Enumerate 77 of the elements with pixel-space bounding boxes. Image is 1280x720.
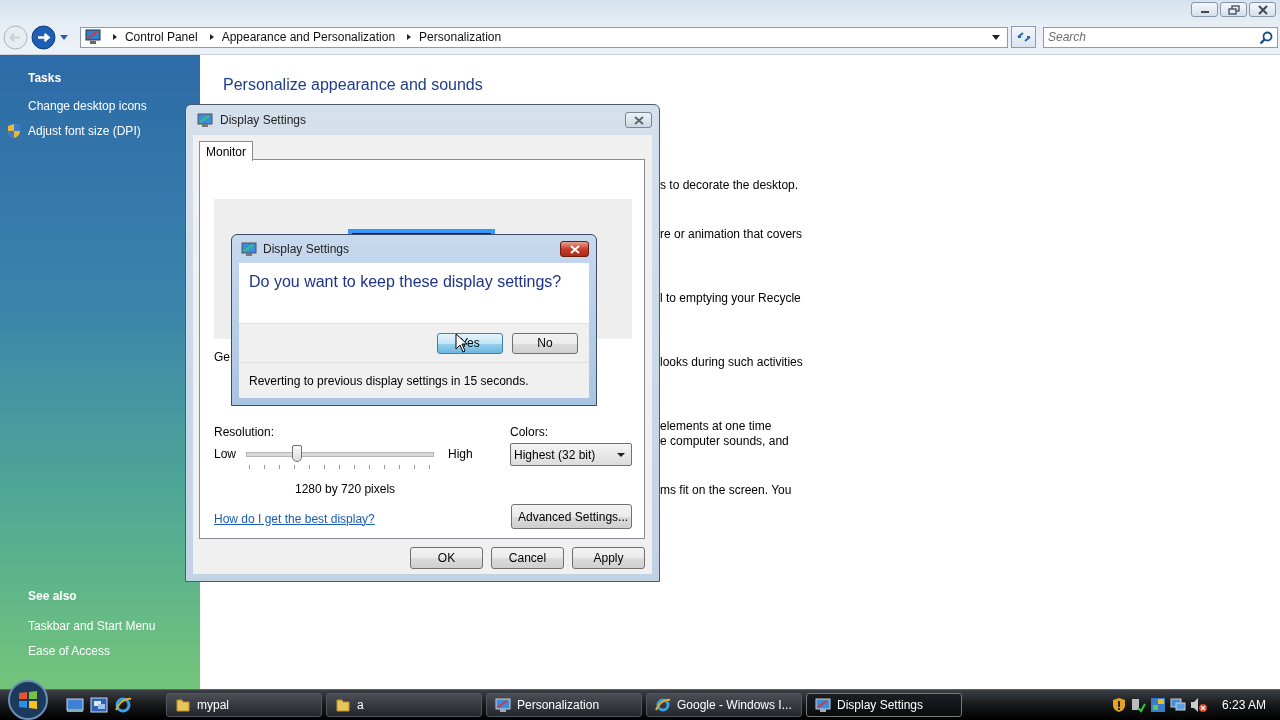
page-heading: Personalize appearance and sounds	[223, 76, 484, 94]
chevron-icon	[110, 33, 119, 41]
monitor-icon	[241, 241, 257, 257]
field-label: Resolution:	[214, 425, 276, 439]
restore-button[interactable]	[1220, 2, 1247, 17]
monitor-icon	[815, 697, 831, 713]
search-icon[interactable]	[1259, 30, 1273, 45]
search-field[interactable]: Search	[1043, 26, 1278, 48]
monitor-icon	[84, 29, 101, 45]
show-desktop-icon[interactable]	[66, 697, 84, 713]
window-title: Display Settings	[263, 242, 350, 256]
taskbar-button[interactable]: mypal	[166, 693, 322, 717]
slider-label: Low	[214, 447, 236, 461]
description-text: elements at one time	[660, 419, 773, 434]
window-title: Display Settings	[220, 113, 307, 127]
refresh-button[interactable]	[1011, 26, 1036, 48]
sidebar-heading: Tasks	[28, 71, 63, 85]
sidebar-link[interactable]: Adjust font size (DPI)	[28, 123, 141, 138]
device-check-icon[interactable]	[1129, 697, 1146, 713]
close-icon	[1256, 4, 1269, 15]
taskbar-button[interactable]: a	[326, 693, 482, 717]
countdown-text: Reverting to previous display settings in 15 seconds.	[249, 373, 529, 388]
description-text: e computer sounds, and	[660, 434, 790, 449]
close-button[interactable]	[1249, 2, 1276, 17]
breadcrumb[interactable]: Personalization	[419, 30, 502, 44]
dropdown-icon[interactable]	[991, 33, 1002, 41]
taskbar-button[interactable]: Display Settings	[806, 693, 962, 717]
taskbar-button[interactable]: Google - Windows I...	[646, 693, 802, 717]
caret-icon	[617, 451, 626, 458]
slider-thumb[interactable]	[292, 445, 303, 462]
description-text: s to decorate the desktop.	[660, 178, 800, 193]
description-text: l to emptying your Recycle	[660, 291, 802, 306]
browser-icon	[655, 697, 671, 713]
colors-dropdown[interactable]: Highest (32 bit)	[510, 443, 632, 466]
close-icon	[632, 115, 645, 125]
monitor-icon	[197, 112, 213, 128]
field-label: Ge	[214, 350, 230, 364]
sidebar-heading: See also	[28, 589, 78, 603]
clock: 6:23 AM	[1221, 698, 1266, 712]
windows-icon[interactable]	[1149, 697, 1166, 713]
security-warning-icon[interactable]	[1111, 697, 1126, 713]
dialog-button[interactable]: No	[512, 332, 578, 354]
taskbar-button[interactable]: Personalization	[486, 693, 642, 717]
folder-icon	[175, 697, 191, 713]
speaker-muted-icon[interactable]	[1189, 697, 1208, 713]
description-text: looks during such activities	[660, 355, 804, 370]
folder-icon	[335, 697, 351, 713]
breadcrumb[interactable]: Appearance and Personalization	[221, 30, 396, 44]
address-bar[interactable]: Control Panel Appearance and Personalization Personalization	[79, 26, 1009, 48]
slider-label: High	[448, 447, 473, 461]
dialog-button[interactable]: Cancel	[491, 547, 564, 569]
advanced-settings-button[interactable]: Advanced Settings...	[511, 504, 632, 529]
history-dropdown-icon[interactable]	[59, 33, 69, 41]
browser-icon[interactable]	[114, 696, 132, 714]
field-label: Colors:	[510, 425, 549, 439]
restore-icon	[1227, 4, 1240, 15]
forward-button[interactable]	[31, 24, 56, 50]
dialog-button[interactable]: OK	[410, 547, 483, 569]
description-text: re or animation that covers	[660, 227, 804, 242]
help-link[interactable]: How do I get the best display?	[214, 511, 375, 526]
resolution-reading: 1280 by 720 pixels	[295, 482, 397, 496]
monitor-icon	[495, 697, 511, 713]
close-button[interactable]	[560, 241, 589, 257]
description-text: ms fit on the screen. You	[660, 483, 793, 498]
minimize-button[interactable]	[1191, 2, 1218, 17]
switch-windows-icon[interactable]	[90, 697, 108, 713]
sidebar-link[interactable]: Change desktop icons	[28, 98, 147, 113]
start-button[interactable]	[7, 679, 49, 720]
refresh-icon	[1015, 30, 1032, 44]
dialog-button[interactable]: Apply	[572, 547, 645, 569]
network-icon[interactable]	[1169, 697, 1186, 713]
tab[interactable]: Monitor	[199, 141, 253, 161]
breadcrumb[interactable]: Control Panel	[124, 30, 198, 44]
chevron-icon	[207, 33, 216, 41]
close-icon	[568, 244, 581, 254]
close-button[interactable]	[625, 112, 652, 128]
question-text: Do you want to keep these display settings?	[249, 273, 563, 291]
